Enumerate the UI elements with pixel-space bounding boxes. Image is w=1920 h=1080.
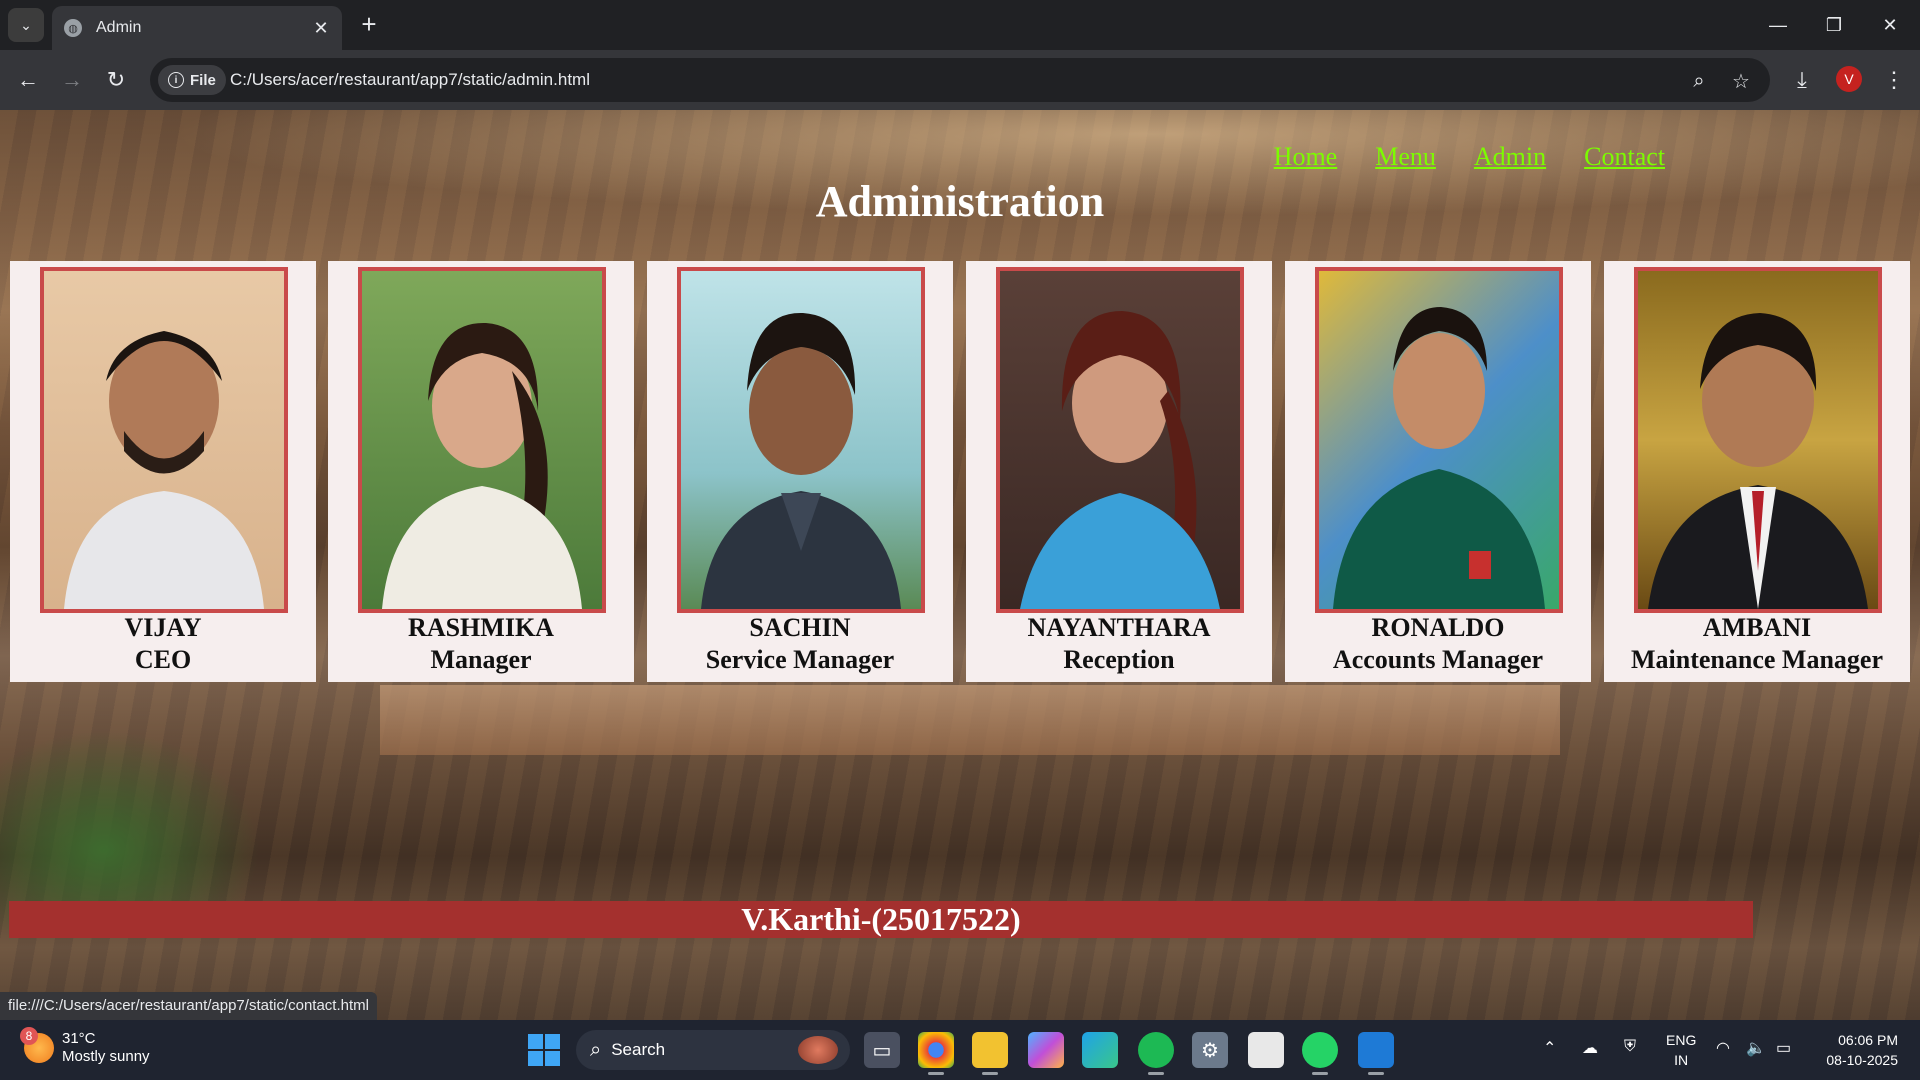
weather-desc: Mostly sunny — [62, 1048, 150, 1065]
staff-photo — [1315, 267, 1563, 613]
clock[interactable]: 06:06 PM 08-10-2025 — [1808, 1030, 1898, 1070]
staff-role: Reception — [1063, 645, 1175, 674]
back-icon[interactable]: ← — [10, 62, 46, 98]
zoom-icon[interactable]: ⌕ — [1686, 68, 1712, 94]
staff-photo — [677, 267, 925, 613]
staff-card: SACHIN Service Manager — [647, 261, 953, 682]
forward-icon[interactable]: → — [54, 62, 90, 98]
wifi-icon[interactable]: ◠ — [1716, 1038, 1730, 1058]
search-highlight-icon — [798, 1036, 838, 1064]
staff-photo — [358, 267, 606, 613]
nav-link-admin[interactable]: Admin — [1474, 142, 1546, 172]
staff-name: NAYANTHARA — [1027, 613, 1211, 642]
browser-toolbar: ← → ↻ i File C:/Users/acer/restaurant/ap… — [0, 50, 1920, 110]
browser-tabstrip: ⌄ ◍ Admin ✕ + — ❐ ✕ — [0, 0, 1920, 50]
staff-role: CEO — [134, 645, 192, 674]
globe-icon: ◍ — [64, 19, 82, 37]
staff-card: RASHMIKA Manager — [328, 261, 634, 682]
search-icon: ⌕ — [590, 1038, 602, 1061]
menu-dots-icon[interactable]: ⋮ — [1878, 64, 1910, 96]
staff-name: RONALDO — [1371, 613, 1505, 642]
staff-name: VIJAY — [124, 613, 202, 642]
staff-role: Maintenance Manager — [1630, 645, 1883, 674]
staff-card: RONALDO Accounts Manager — [1285, 261, 1591, 682]
staff-role: Manager — [430, 645, 532, 674]
sun-icon: 8 — [20, 1027, 54, 1063]
staff-photo — [1634, 267, 1882, 613]
windows-start-icon[interactable] — [528, 1034, 560, 1066]
address-bar[interactable]: i File C:/Users/acer/restaurant/app7/sta… — [150, 58, 1770, 102]
spotify-icon[interactable] — [1138, 1032, 1174, 1075]
vscode-icon[interactable] — [1358, 1032, 1394, 1075]
background-counter — [380, 685, 1560, 755]
link-status-url: file:///C:/Users/acer/restaurant/app7/st… — [0, 992, 377, 1020]
url-text[interactable]: C:/Users/acer/restaurant/app7/static/adm… — [230, 70, 590, 90]
volume-icon[interactable]: 🔈 — [1746, 1038, 1766, 1058]
minimize-icon[interactable]: — — [1750, 0, 1806, 50]
taskbar-search[interactable]: ⌕ Search — [576, 1030, 850, 1070]
background-plants — [0, 730, 260, 930]
clock-date: 08-10-2025 — [1826, 1052, 1898, 1068]
staff-name: AMBANI — [1702, 613, 1812, 642]
taskbar: 8 31°C Mostly sunny ⌕ Search ▭ ⚙ ⌃ ☁ ⛨ E… — [0, 1020, 1920, 1080]
battery-icon[interactable]: ▭ — [1776, 1038, 1791, 1058]
file-explorer-icon[interactable] — [972, 1032, 1008, 1075]
nav-link-menu[interactable]: Menu — [1375, 142, 1436, 172]
staff-role: Accounts Manager — [1332, 645, 1544, 674]
staff-card: NAYANTHARA Reception — [966, 261, 1272, 682]
staff-role: Service Manager — [705, 645, 895, 674]
lang-region: IN — [1674, 1052, 1689, 1068]
task-view-icon[interactable]: ▭ — [864, 1032, 900, 1068]
reload-icon[interactable]: ↻ — [98, 62, 134, 98]
chrome-icon[interactable] — [918, 1032, 954, 1075]
close-tab-icon[interactable]: ✕ — [308, 18, 334, 39]
edge-icon[interactable] — [1082, 1032, 1118, 1068]
page-viewport: Home Menu Admin Contact Administration V… — [0, 110, 1920, 1020]
staff-card: AMBANI Maintenance Manager — [1604, 261, 1910, 682]
chevron-up-icon[interactable]: ⌃ — [1543, 1038, 1556, 1058]
staff-photo — [996, 267, 1244, 613]
clock-time: 06:06 PM — [1838, 1032, 1898, 1048]
close-window-icon[interactable]: ✕ — [1862, 0, 1918, 50]
chevron-down-icon: ⌄ — [20, 16, 32, 33]
nav-link-home[interactable]: Home — [1274, 142, 1338, 172]
staff-name: SACHIN — [749, 613, 851, 642]
defender-icon[interactable]: ⛨ — [1624, 1038, 1636, 1056]
download-icon[interactable]: ⤓ — [1786, 64, 1818, 96]
tab-title: Admin — [96, 19, 142, 36]
weather-temp: 31°C — [62, 1030, 96, 1047]
site-info-label: File — [190, 71, 216, 89]
staff-name: RASHMIKA — [408, 613, 554, 642]
search-label: Search — [611, 1040, 666, 1059]
language-indicator[interactable]: ENG IN — [1666, 1030, 1696, 1070]
footer-banner: V.Karthi-(25017522) — [9, 901, 1753, 938]
staff-photo — [40, 267, 288, 613]
weather-widget[interactable]: 8 31°C Mostly sunny — [20, 1027, 150, 1066]
profile-avatar[interactable]: V — [1836, 66, 1862, 92]
page-title: Administration — [815, 177, 1105, 226]
whatsapp-icon[interactable] — [1302, 1032, 1338, 1075]
copilot-icon[interactable] — [1028, 1032, 1064, 1068]
settings-gear-icon[interactable]: ⚙ — [1192, 1032, 1228, 1068]
tab-search-button[interactable]: ⌄ — [8, 8, 44, 42]
store-icon[interactable] — [1248, 1032, 1284, 1068]
bookmark-star-icon[interactable]: ☆ — [1728, 68, 1754, 94]
onedrive-icon[interactable]: ☁ — [1582, 1038, 1598, 1058]
lang-code: ENG — [1666, 1032, 1697, 1048]
notification-badge: 8 — [20, 1027, 38, 1045]
new-tab-button[interactable]: + — [352, 10, 386, 40]
staff-cards: VIJAY CEO RASHMIKA Manager SACHIN Servic… — [10, 261, 1910, 682]
site-nav: Home Menu Admin Contact — [1274, 142, 1665, 172]
staff-card: VIJAY CEO — [10, 261, 316, 682]
browser-tab[interactable]: ◍ Admin ✕ — [52, 6, 342, 50]
info-icon: i — [168, 72, 184, 88]
site-info-chip[interactable]: i File — [158, 65, 226, 95]
restore-icon[interactable]: ❐ — [1806, 0, 1862, 50]
nav-link-contact[interactable]: Contact — [1584, 142, 1665, 172]
